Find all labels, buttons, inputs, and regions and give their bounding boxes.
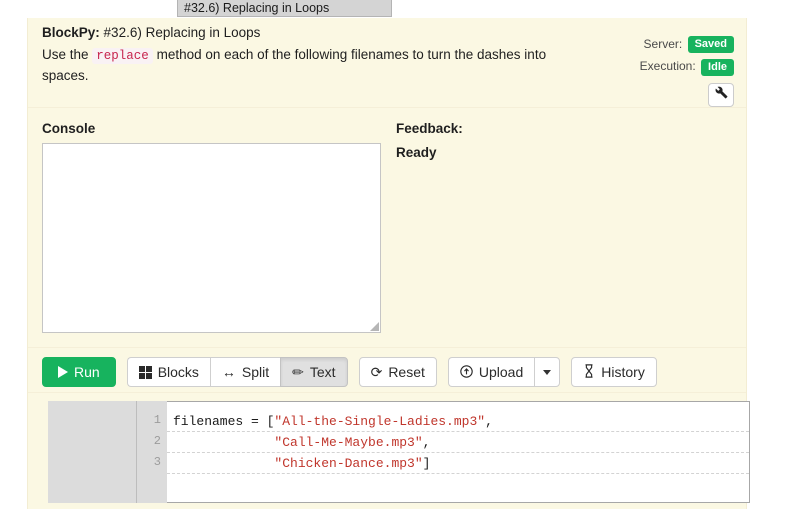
pencil-icon: ✏ xyxy=(292,364,304,380)
assignment-title: #32.6) Replacing in Loops xyxy=(103,25,261,40)
console-column: Console xyxy=(42,120,394,333)
line-number: 2 xyxy=(153,434,161,448)
code-line[interactable]: "Chicken-Dance.mp3"] xyxy=(167,453,749,474)
hourglass-icon xyxy=(583,364,595,380)
console-title: Console xyxy=(42,121,96,136)
split-button-label: Split xyxy=(241,364,270,380)
line-number: 3 xyxy=(153,455,161,469)
block-palette-pane xyxy=(48,401,137,503)
execution-status-row: Execution: Idle xyxy=(639,58,734,76)
upload-split-group: Upload xyxy=(447,357,561,387)
app-name-label: BlockPy: xyxy=(42,25,100,40)
browser-tab[interactable]: #32.6) Replacing in Loops xyxy=(177,0,392,17)
chevron-down-icon xyxy=(543,369,552,375)
code-text-area[interactable]: filenames = ["All-the-Single-Ladies.mp3"… xyxy=(167,401,750,503)
code-token-plain: filenames = [ xyxy=(173,414,275,429)
server-status-row: Server: Saved xyxy=(640,36,734,54)
wrench-icon[interactable] xyxy=(708,82,734,107)
page-title: BlockPy: #32.6) Replacing in Loops xyxy=(42,24,732,42)
code-line[interactable]: filenames = ["All-the-Single-Ladies.mp3"… xyxy=(167,411,749,432)
reset-button-label: Reset xyxy=(388,364,425,380)
blocks-view-button[interactable]: Blocks xyxy=(126,357,210,387)
feedback-column: Feedback: Ready xyxy=(396,120,716,163)
browser-tab-strip: #32.6) Replacing in Loops xyxy=(0,0,804,18)
code-line[interactable]: "Call-Me-Maybe.mp3", xyxy=(167,432,749,453)
code-token-plain: , xyxy=(422,435,431,450)
instructions-body: Use the replace method on each of the fo… xyxy=(42,45,562,86)
feedback-status: Ready xyxy=(396,145,437,160)
history-button[interactable]: History xyxy=(571,357,657,387)
play-icon xyxy=(58,366,68,378)
upload-button-label: Upload xyxy=(478,364,524,380)
server-status-badge: Saved xyxy=(687,36,734,54)
reset-button[interactable]: ⟳ Reset xyxy=(358,357,437,387)
code-token-string: "Call-Me-Maybe.mp3" xyxy=(274,435,423,450)
console-feedback-section: Console Feedback: Ready xyxy=(28,108,746,348)
run-button-label: Run xyxy=(74,364,100,380)
run-button[interactable]: Run xyxy=(42,357,116,387)
history-button-label: History xyxy=(601,364,645,380)
execution-status-label: Execution: xyxy=(639,59,696,74)
arrows-horizontal-icon: ↔ xyxy=(221,364,236,380)
code-editor: 1 2 3 filenames = ["All-the-Single-Ladies.… xyxy=(48,401,750,503)
upload-button[interactable]: Upload xyxy=(447,357,535,387)
code-token-plain: , xyxy=(485,414,493,429)
editor-toolbar: Run Blocks ↔ Split ✏ Text ⟳ Reset Upload… xyxy=(28,348,746,393)
feedback-title: Feedback: xyxy=(396,121,463,136)
console-output[interactable] xyxy=(42,143,381,333)
text-button-label: Text xyxy=(309,364,336,380)
blockpy-screen: #32.6) Replacing in Loops BlockPy: #32.6… xyxy=(0,0,804,509)
instructions-section: BlockPy: #32.6) Replacing in Loops Use t… xyxy=(28,18,746,108)
upload-dropdown-toggle[interactable] xyxy=(534,357,561,387)
code-editor-section: 1 2 3 filenames = ["All-the-Single-Ladies.… xyxy=(28,393,750,503)
blockpy-panel: BlockPy: #32.6) Replacing in Loops Use t… xyxy=(27,18,750,509)
line-number: 1 xyxy=(153,413,161,427)
text-view-button[interactable]: ✏ Text xyxy=(280,357,348,387)
code-token-string: "All-the-Single-Ladies.mp3" xyxy=(274,414,486,429)
inline-code-replace: replace xyxy=(92,48,153,64)
split-view-button[interactable]: ↔ Split xyxy=(209,357,281,387)
refresh-icon: ⟳ xyxy=(370,364,383,380)
code-token-plain: ] xyxy=(422,456,431,471)
upload-circle-icon xyxy=(460,364,473,380)
server-status-label: Server: xyxy=(643,37,683,51)
settings-row xyxy=(640,81,734,107)
line-number-gutter: 1 2 3 xyxy=(137,401,167,503)
code-token-string: "Chicken-Dance.mp3" xyxy=(274,456,423,471)
view-mode-group: Blocks ↔ Split ✏ Text xyxy=(126,357,348,387)
blocks-button-label: Blocks xyxy=(157,364,199,380)
status-block: Server: Saved Execution: Idle xyxy=(640,36,734,112)
grid-icon xyxy=(138,365,152,379)
instructions-text-before: Use the xyxy=(42,47,89,62)
execution-status-badge: Idle xyxy=(701,58,734,76)
